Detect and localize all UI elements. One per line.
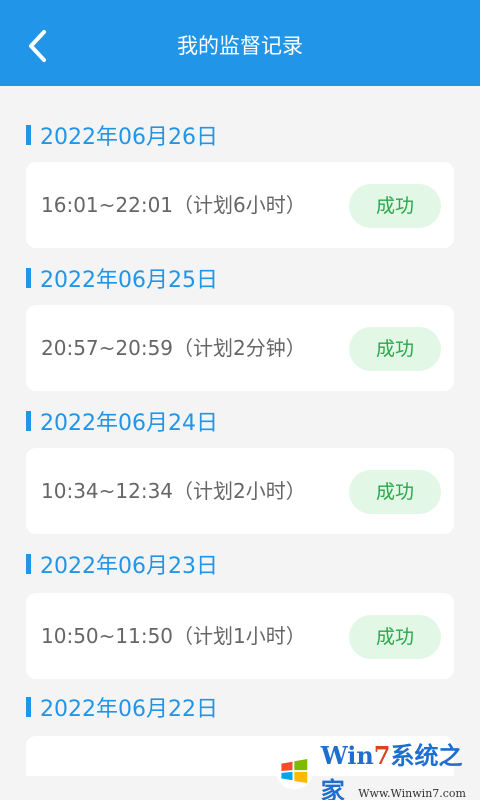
record-card[interactable]: 10:34~12:34（计划2小时） 成功 — [26, 448, 454, 534]
date-label: 2022年06月25日 — [40, 268, 218, 293]
status-badge: 成功 — [349, 184, 441, 228]
date-label: 2022年06月24日 — [40, 411, 218, 436]
date-accent-bar — [26, 697, 31, 717]
watermark-url: Www.Winwin7.com — [358, 787, 466, 800]
date-heading: 2022年06月23日 — [26, 551, 218, 579]
status-badge: 成功 — [349, 470, 441, 514]
record-list: 2022年06月26日 16:01~22:01（计划6小时） 成功 2022年0… — [0, 86, 480, 800]
date-accent-bar — [26, 268, 31, 288]
watermark-brand-part: Win — [320, 741, 374, 770]
date-heading: 2022年06月22日 — [26, 694, 218, 722]
date-heading: 2022年06月26日 — [26, 122, 218, 150]
app-header: 我的监督记录 — [0, 0, 480, 86]
record-card[interactable]: 20:57~20:59（计划2分钟） 成功 — [26, 305, 454, 391]
record-time: 16:01~22:01（计划6小时） — [41, 193, 306, 217]
date-accent-bar — [26, 125, 31, 145]
windows-logo-icon — [275, 752, 313, 790]
date-heading: 2022年06月24日 — [26, 408, 218, 436]
status-badge: 成功 — [349, 615, 441, 659]
date-heading: 2022年06月25日 — [26, 265, 218, 293]
record-time: 10:50~11:50（计划1小时） — [41, 624, 306, 648]
status-badge: 成功 — [349, 327, 441, 371]
date-accent-bar — [26, 411, 31, 431]
record-card[interactable]: 16:01~22:01（计划6小时） 成功 — [26, 162, 454, 248]
date-label: 2022年06月26日 — [40, 125, 218, 150]
record-time: 20:57~20:59（计划2分钟） — [41, 336, 306, 360]
record-card[interactable]: 10:50~11:50（计划1小时） 成功 — [26, 593, 454, 679]
record-time: 10:34~12:34（计划2小时） — [41, 479, 306, 503]
date-accent-bar — [26, 554, 31, 574]
page-title: 我的监督记录 — [177, 34, 303, 58]
watermark-brand-part: 7 — [373, 741, 391, 770]
date-label: 2022年06月22日 — [40, 697, 218, 722]
date-label: 2022年06月23日 — [40, 554, 218, 579]
